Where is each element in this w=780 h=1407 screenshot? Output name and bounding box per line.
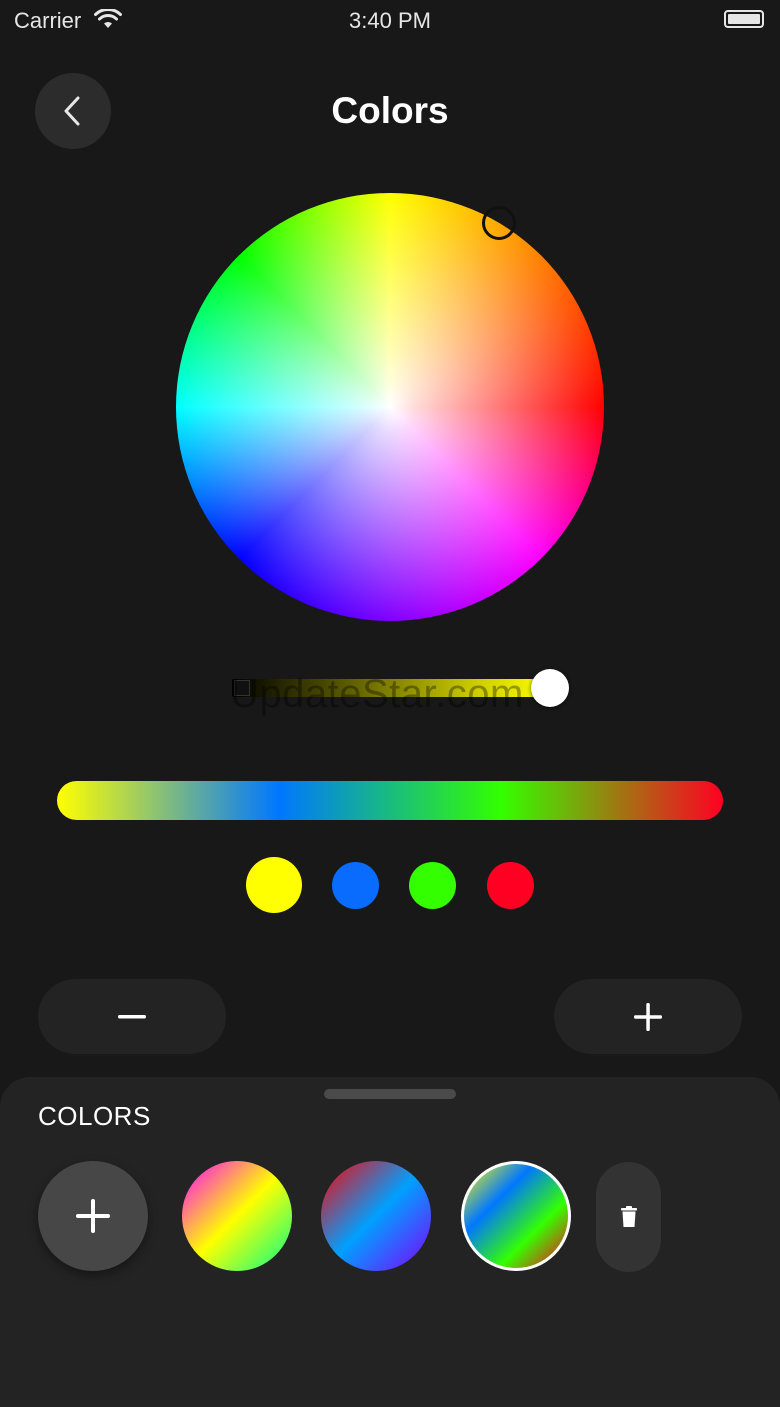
delete-preset-button[interactable] [596,1162,661,1272]
trash-icon [620,1206,637,1227]
plus-icon [76,1199,110,1233]
color-swatch-green[interactable] [409,862,456,909]
preset-swatch-selected[interactable] [461,1161,571,1271]
status-bar: Carrier 3:40 PM [0,0,780,40]
remove-color-button[interactable] [38,979,226,1054]
brightness-slider-thumb[interactable] [531,669,569,707]
presets-title: COLORS [38,1101,151,1131]
clock: 3:40 PM [349,8,431,33]
add-preset-button[interactable] [38,1161,148,1271]
color-wheel[interactable] [176,193,604,621]
page-title: Colors [331,90,449,131]
gradient-preview-bar [57,781,723,820]
battery-icon [724,10,764,28]
minus-icon [118,1014,146,1018]
add-color-button[interactable] [554,979,742,1054]
color-swatch-yellow[interactable] [246,857,302,913]
preset-swatch[interactable] [182,1161,292,1271]
preset-swatch[interactable] [321,1161,431,1271]
sheet-drag-handle[interactable] [324,1089,456,1099]
color-swatch-red[interactable] [487,862,534,909]
plus-icon [634,1002,662,1031]
watermark: UpdateStar.com [230,672,524,716]
color-wheel-selector[interactable] [482,206,516,240]
color-swatch-blue[interactable] [332,862,379,909]
